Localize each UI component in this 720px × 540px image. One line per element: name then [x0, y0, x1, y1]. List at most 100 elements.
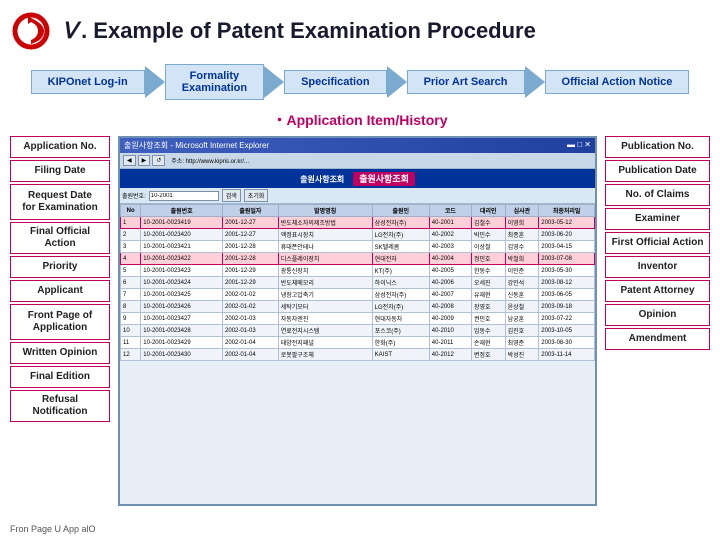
ss-forward-btn[interactable]: ▶ [138, 155, 151, 166]
table-row[interactable]: 410-2001-00234222001-12-28디스플레이장치현대전자40-… [121, 253, 595, 265]
step-official-action[interactable]: Official Action Notice [545, 70, 690, 94]
cell-7: 2003-09-18 [539, 301, 595, 313]
label-final-edition: Final Edition [10, 366, 110, 388]
cell-7: 2003-06-05 [539, 289, 595, 301]
cell-5: 김철수 [471, 217, 505, 229]
cell-0: 10-2001-0023426 [141, 301, 223, 313]
ss-header-text: 출원사항조회 [300, 175, 344, 184]
table-row[interactable]: 510-2001-00234232001-12-29광통신장치KT(주)40-2… [121, 265, 595, 277]
table-row[interactable]: 210-2001-00234202001-12-27액정표시장치LG전자(주)4… [121, 229, 595, 241]
cell-3: LG전자(주) [372, 229, 429, 241]
cell-0: 10-2001-0023430 [141, 349, 223, 361]
cell-row-no: 11 [121, 337, 141, 349]
ss-controls: ▬ □ ✕ [567, 140, 591, 151]
ss-table-container[interactable]: No 출원번호 출원일자 발명명칭 출원인 코드 대리인 심사관 최종처리일 1… [120, 204, 595, 502]
cell-3: SK텔레콤 [372, 241, 429, 253]
ss-title-text: 출원사항조회 - Microsoft Internet Explorer [124, 140, 269, 151]
label-written-opinion: Written Opinion [10, 342, 110, 364]
ss-refresh-btn[interactable]: ↺ [152, 155, 165, 166]
col-date: 출원일자 [223, 205, 279, 217]
right-labels: Publication No. Publication Date No. of … [605, 136, 710, 506]
table-row[interactable]: 710-2001-00234252002-01-02냉장고압축기삼성전자(주)4… [121, 289, 595, 301]
label-publication-no: Publication No. [605, 136, 710, 158]
title-text: . Example of Patent Examination Procedur… [81, 18, 536, 43]
cell-row-no: 6 [121, 277, 141, 289]
main-content: Application No. Filing Date Request Date… [0, 136, 720, 506]
col-agent: 대리인 [471, 205, 505, 217]
ss-search-label: 출원번호: [122, 191, 146, 200]
cell-5: 이상철 [471, 241, 505, 253]
table-row[interactable]: 1210-2001-00234302002-01-04로봇팔구조체KAIST40… [121, 349, 595, 361]
cell-2: 자동차엔진 [278, 313, 372, 325]
cell-6: 김진호 [505, 325, 539, 337]
cell-2: 냉장고압축기 [278, 289, 372, 301]
ss-title-badge: 출원사항조회 [353, 172, 415, 186]
ss-search-input[interactable] [149, 191, 219, 201]
label-application-no: Application No. [10, 136, 110, 158]
cell-2: 로봇팔구조체 [278, 349, 372, 361]
ss-reset-btn[interactable]: 초기화 [244, 189, 269, 202]
cell-6: 이민준 [505, 265, 539, 277]
cell-7: 2003-10-05 [539, 325, 595, 337]
label-filing-date: Filing Date [10, 160, 110, 182]
cell-4: 40-2006 [429, 277, 471, 289]
cell-5: 유재현 [471, 289, 505, 301]
label-patent-attorney: Patent Attorney [605, 280, 710, 302]
cell-0: 10-2001-0023427 [141, 313, 223, 325]
cell-row-no: 1 [121, 217, 141, 229]
arrow-icon-1 [145, 66, 165, 98]
ss-toolbar: ◀ ▶ ↺ 주소: http://www.kipris.or.kr/... [120, 153, 595, 169]
cell-3: LG전자(주) [372, 301, 429, 313]
header: Ⅴ. Example of Patent Examination Procedu… [0, 0, 720, 58]
ss-back-btn[interactable]: ◀ [123, 155, 136, 166]
cell-3: 삼성전자(주) [372, 289, 429, 301]
cell-7: 2003-07-22 [539, 313, 595, 325]
table-row[interactable]: 610-2001-00234242001-12-29반도체메모리하이닉스40-2… [121, 277, 595, 289]
cell-6: 신동훈 [505, 289, 539, 301]
arrow-icon-4 [525, 66, 545, 98]
table-row[interactable]: 310-2001-00234212001-12-28휴대폰안테나SK텔레콤40-… [121, 241, 595, 253]
step-formality[interactable]: FormalityExamination [165, 64, 264, 100]
cell-4: 40-2003 [429, 241, 471, 253]
step-prior-art[interactable]: Prior Art Search [407, 70, 525, 94]
cell-7: 2003-06-20 [539, 229, 595, 241]
cell-row-no: 9 [121, 313, 141, 325]
cell-row-no: 7 [121, 289, 141, 301]
step-kiponet[interactable]: KIPOnet Log-in [31, 70, 145, 94]
cell-5: 손재현 [471, 337, 505, 349]
label-priority: Priority [10, 256, 110, 278]
cell-5: 권민호 [471, 313, 505, 325]
section-title: ・Application Item/History [0, 110, 720, 130]
label-final-official: Final Official Action [10, 222, 110, 254]
table-row[interactable]: 1010-2001-00234282002-01-03연료전지시스템포스코(주)… [121, 325, 595, 337]
cell-2: 반도체메모리 [278, 277, 372, 289]
label-inventor: Inventor [605, 256, 710, 278]
table-row[interactable]: 1110-2001-00234292002-01-04태양전지패널한화(주)40… [121, 337, 595, 349]
ss-search-bar: 출원번호: 검색 초기화 [120, 188, 595, 204]
cell-0: 10-2001-0023422 [141, 253, 223, 265]
screenshot-area[interactable]: 출원사항조회 - Microsoft Internet Explorer ▬ □… [118, 136, 597, 506]
cell-4: 40-2010 [429, 325, 471, 337]
step-specification[interactable]: Specification [284, 70, 386, 94]
cell-0: 10-2001-0023419 [141, 217, 223, 229]
cell-1: 2001-12-29 [223, 277, 279, 289]
cell-2: 광통신장치 [278, 265, 372, 277]
cell-row-no: 5 [121, 265, 141, 277]
ss-search-btn[interactable]: 검색 [222, 189, 241, 202]
arrow-icon-3 [387, 66, 407, 98]
col-code: 코드 [429, 205, 471, 217]
cell-6: 박철희 [505, 253, 539, 265]
cell-row-no: 8 [121, 301, 141, 313]
cell-2: 연료전지시스템 [278, 325, 372, 337]
table-row[interactable]: 110-2001-00234192001-12-27반도체소자의제조방법삼성전자… [121, 217, 595, 229]
table-row[interactable]: 910-2001-00234272002-01-03자동차엔진현대자동차40-2… [121, 313, 595, 325]
logo-icon [10, 10, 52, 52]
cell-6: 최영준 [505, 337, 539, 349]
cell-3: 포스코(주) [372, 325, 429, 337]
table-row[interactable]: 810-2001-00234262002-01-02세탁기모터LG전자(주)40… [121, 301, 595, 313]
cell-5: 정민호 [471, 253, 505, 265]
page-title: Ⅴ. Example of Patent Examination Procedu… [62, 18, 536, 44]
cell-3: 현대자동차 [372, 313, 429, 325]
bottom-text: Fron Page U App alO [10, 524, 96, 534]
label-first-official: First Official Action [605, 232, 710, 254]
